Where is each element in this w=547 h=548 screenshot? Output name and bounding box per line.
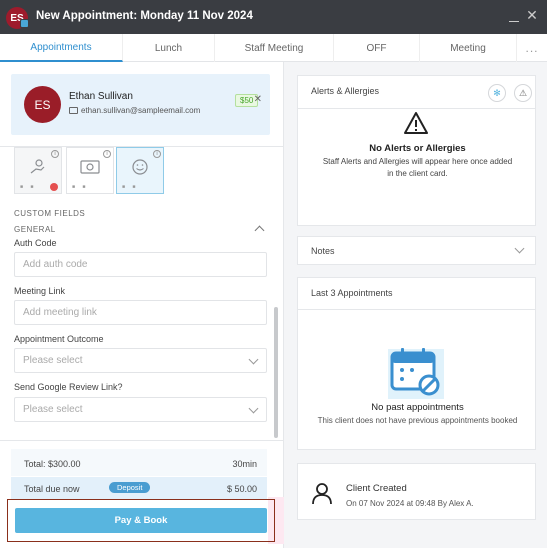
auth-code-input[interactable]: Add auth code — [14, 252, 267, 277]
payment-tile[interactable]: i ■ ■ — [66, 147, 114, 194]
warning-triangle-icon — [404, 112, 428, 134]
custom-fields-heading: CUSTOM FIELDS — [14, 209, 86, 218]
no-appointments-title: No past appointments — [371, 402, 464, 413]
alerts-card: Alerts & Allergies ✻ ⚠ No Alerts or Alle… — [297, 75, 536, 226]
warning-icon[interactable]: ⚠ — [514, 84, 532, 102]
general-group-label: GENERAL — [14, 225, 56, 234]
client-card: ES Ethan Sullivan ethan.sullivan@samplee… — [11, 74, 270, 135]
client-created-detail: On 07 Nov 2024 at 09:48 By Alex A. — [346, 499, 474, 508]
pay-book-frame: Pay & Book — [7, 499, 275, 542]
no-alerts-line-1: Staff Alerts and Allergies will appear h… — [322, 157, 513, 166]
pay-and-book-button[interactable]: Pay & Book — [15, 508, 267, 533]
feedback-tile[interactable]: i ■ ■ — [116, 147, 164, 194]
info-icon[interactable]: i — [103, 150, 111, 158]
title-bar: ES New Appointment: Monday 11 Nov 2024 ✕ — [0, 0, 547, 34]
google-review-placeholder: Please select — [23, 404, 83, 415]
person-icon — [312, 483, 332, 505]
minimize-icon[interactable] — [509, 10, 519, 24]
tab-off[interactable]: OFF — [334, 34, 420, 62]
total-row: Total: $300.00 30min — [11, 449, 267, 476]
client-name[interactable]: Ethan Sullivan — [69, 91, 133, 102]
last-appointments-title: Last 3 Appointments — [311, 288, 393, 298]
snowflake-icon[interactable]: ✻ — [488, 84, 506, 102]
due-now-amount: $ 50.00 — [226, 484, 257, 494]
google-review-label: Send Google Review Link? — [14, 382, 123, 392]
calendar-icon — [388, 348, 444, 399]
divider — [298, 108, 535, 109]
no-appointments-description: This client does not have previous appoi… — [317, 416, 518, 425]
tile-footer-icons: ■ ■ — [20, 184, 37, 190]
deposit-badge: Deposit — [109, 482, 151, 493]
notes-title: Notes — [311, 246, 335, 256]
due-now-label: Total due now — [24, 484, 80, 494]
client-history-card: Client Created On 07 Nov 2024 at 09:48 B… — [297, 463, 536, 520]
tab-bar: Appointments Lunch Staff Meeting OFF Mee… — [0, 34, 547, 62]
due-now-row: Total due now Deposit $ 50.00 — [11, 477, 267, 499]
client-created-title: Client Created — [346, 483, 407, 494]
appointment-outcome-select[interactable]: Please select — [14, 348, 267, 373]
no-alerts-line-2: in the client card. — [387, 169, 448, 178]
mail-icon — [69, 107, 78, 114]
info-icon[interactable]: i — [51, 150, 59, 158]
meeting-link-input[interactable]: Add meeting link — [14, 300, 267, 325]
alerts-title: Alerts & Allergies — [311, 86, 380, 96]
auth-code-label: Auth Code — [14, 238, 57, 248]
appointment-outcome-label: Appointment Outcome — [14, 334, 104, 344]
close-window-icon[interactable]: ✕ — [525, 8, 539, 22]
scrollbar[interactable] — [274, 307, 278, 438]
chevron-down-icon[interactable] — [514, 243, 525, 254]
tab-meeting[interactable]: Meeting — [420, 34, 517, 62]
tab-appointments[interactable]: Appointments — [0, 34, 123, 62]
alert-dot-icon — [50, 183, 58, 191]
divider — [298, 309, 535, 310]
window-title: New Appointment: Monday 11 Nov 2024 — [36, 10, 253, 22]
auth-code-placeholder: Add auth code — [23, 259, 88, 270]
info-icon[interactable]: i — [153, 150, 161, 158]
remove-client-icon[interactable]: ✕ — [254, 94, 262, 105]
tab-staff-meeting[interactable]: Staff Meeting — [215, 34, 334, 62]
appointment-form-panel: ES Ethan Sullivan ethan.sullivan@samplee… — [0, 62, 284, 548]
last-appointments-card: Last 3 Appointments No past appointments… — [297, 277, 536, 450]
appointment-outcome-placeholder: Please select — [23, 355, 83, 366]
booking-summary: Total: $300.00 30min Total due now Depos… — [11, 449, 267, 499]
service-tile[interactable]: i ■ ■ — [14, 147, 62, 194]
no-alerts-title: No Alerts or Allergies — [369, 143, 466, 154]
tile-footer-icons: ■ ■ — [122, 184, 139, 190]
chevron-down-icon — [248, 354, 259, 365]
client-email: ethan.sullivan@sampleemail.com — [81, 106, 201, 115]
avatar-badge-icon — [20, 19, 29, 28]
smiley-icon — [132, 159, 148, 175]
cash-icon — [80, 160, 100, 174]
hand-icon — [30, 159, 45, 174]
no-alerts-description: Staff Alerts and Allergies will appear h… — [298, 156, 537, 180]
divider — [0, 440, 284, 441]
client-avatar[interactable]: ES — [24, 86, 61, 123]
total-label: Total: $300.00 — [24, 459, 81, 469]
tab-lunch[interactable]: Lunch — [123, 34, 215, 62]
chevron-up-icon[interactable] — [254, 225, 265, 236]
total-duration: 30min — [232, 459, 257, 469]
more-tabs-icon[interactable]: ... — [517, 34, 547, 61]
tile-footer-icons: ■ ■ — [72, 184, 89, 190]
meeting-link-placeholder: Add meeting link — [23, 307, 97, 318]
notes-card[interactable]: Notes — [297, 236, 536, 265]
chevron-down-icon — [248, 403, 259, 414]
meeting-link-label: Meeting Link — [14, 286, 66, 296]
google-review-select[interactable]: Please select — [14, 397, 267, 422]
